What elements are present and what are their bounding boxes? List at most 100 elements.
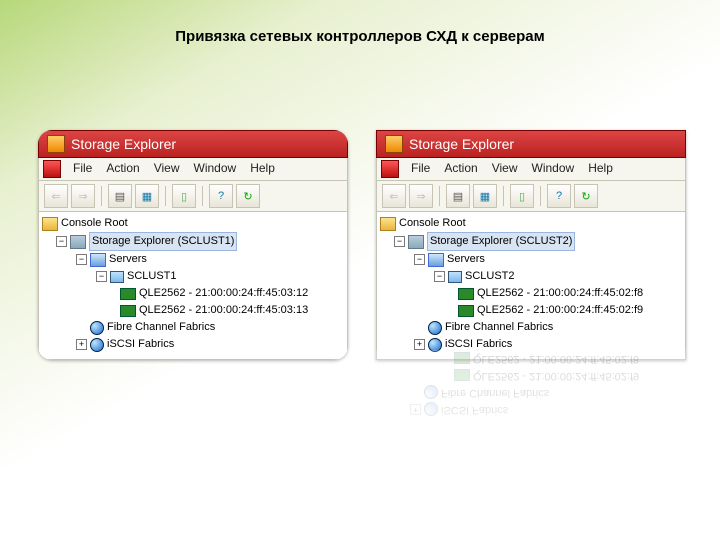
console-root[interactable]: Console Root: [42, 215, 344, 232]
iscsi-fabrics-node[interactable]: + iSCSI Fabrics: [42, 336, 344, 353]
separator: [101, 186, 102, 206]
app-icon: [381, 160, 399, 178]
titlebar[interactable]: Storage Explorer: [38, 130, 348, 158]
label: Console Root: [61, 215, 128, 232]
disk-icon: [408, 235, 424, 249]
forward-button[interactable]: ⇒: [71, 184, 95, 208]
host-node[interactable]: − SCLUST2: [380, 268, 682, 285]
label: Fibre Channel Fabrics: [107, 319, 215, 336]
nic-icon: [458, 305, 474, 317]
globe-icon: [90, 321, 104, 335]
separator: [165, 186, 166, 206]
globe-icon: [90, 338, 104, 352]
storage-explorer-node[interactable]: − Storage Explorer (SCLUST1): [42, 232, 344, 251]
show-hide-button[interactable]: ▤: [446, 184, 470, 208]
menu-view[interactable]: View: [148, 160, 186, 178]
disk-icon: [70, 235, 86, 249]
globe-icon: [428, 321, 442, 335]
label: QLE2562 - 21:00:00:24:ff:45:03:13: [139, 302, 308, 319]
folder-icon: [380, 217, 396, 231]
label: SCLUST1: [127, 268, 177, 285]
hba-node[interactable]: QLE2562 - 21:00:00:24:ff:45:03:13: [42, 302, 344, 319]
nic-icon: [120, 305, 136, 317]
page-title: Привязка сетевых контроллеров СХД к серв…: [0, 0, 720, 45]
expand-icon[interactable]: +: [414, 339, 425, 350]
folder-icon: [42, 217, 58, 231]
label: Console Root: [399, 215, 466, 232]
window-title: Storage Explorer: [71, 136, 176, 152]
collapse-icon[interactable]: −: [394, 236, 405, 247]
help-button[interactable]: ?: [547, 184, 571, 208]
app-icon: [43, 160, 61, 178]
label: Servers: [447, 251, 485, 268]
hba-node[interactable]: QLE2562 - 21:00:00:24:ff:45:03:12: [42, 285, 344, 302]
menu-window[interactable]: Window: [526, 160, 581, 178]
separator: [439, 186, 440, 206]
hba-node[interactable]: QLE2562 - 21:00:00:24:ff:45:02:f8: [380, 285, 682, 302]
menu-file[interactable]: File: [67, 160, 98, 178]
window-icon: [47, 135, 65, 153]
collapse-icon[interactable]: −: [76, 254, 87, 265]
menu-window[interactable]: Window: [188, 160, 243, 178]
host-node[interactable]: − SCLUST1: [42, 268, 344, 285]
menubar: File Action View Window Help: [376, 158, 686, 181]
label: SCLUST2: [465, 268, 515, 285]
menu-help[interactable]: Help: [582, 160, 619, 178]
separator: [503, 186, 504, 206]
fc-fabrics-node[interactable]: Fibre Channel Fabrics: [42, 319, 344, 336]
refresh-button[interactable]: ↻: [236, 184, 260, 208]
fc-fabrics-node[interactable]: Fibre Channel Fabrics: [380, 319, 682, 336]
menubar: File Action View Window Help: [38, 158, 348, 181]
view-button[interactable]: ▦: [473, 184, 497, 208]
window-sclust2: Storage Explorer File Action View Window…: [376, 130, 686, 360]
console-root[interactable]: Console Root: [380, 215, 682, 232]
servers-icon: [428, 253, 444, 267]
collapse-icon[interactable]: −: [96, 271, 107, 282]
nic-icon: [120, 288, 136, 300]
collapse-icon[interactable]: −: [434, 271, 445, 282]
servers-icon: [90, 253, 106, 267]
label: iSCSI Fabrics: [107, 336, 174, 353]
collapse-icon[interactable]: −: [56, 236, 67, 247]
label: Storage Explorer (SCLUST2): [427, 232, 575, 251]
servers-node[interactable]: − Servers: [42, 251, 344, 268]
back-button[interactable]: ⇐: [382, 184, 406, 208]
label: QLE2562 - 21:00:00:24:ff:45:03:12: [139, 285, 308, 302]
separator: [202, 186, 203, 206]
host-icon: [448, 271, 462, 283]
view-button[interactable]: ▦: [135, 184, 159, 208]
hba-node[interactable]: QLE2562 - 21:00:00:24:ff:45:02:f9: [380, 302, 682, 319]
collapse-icon[interactable]: −: [414, 254, 425, 265]
properties-button[interactable]: ▯: [172, 184, 196, 208]
menu-action[interactable]: Action: [438, 160, 483, 178]
window-sclust1: Storage Explorer File Action View Window…: [38, 130, 348, 360]
storage-explorer-node[interactable]: − Storage Explorer (SCLUST2): [380, 232, 682, 251]
label: QLE2562 - 21:00:00:24:ff:45:02:f8: [477, 285, 643, 302]
reflection-fade: [376, 350, 686, 530]
label: QLE2562 - 21:00:00:24:ff:45:02:f9: [477, 302, 643, 319]
menu-view[interactable]: View: [486, 160, 524, 178]
nic-icon: [458, 288, 474, 300]
label: Servers: [109, 251, 147, 268]
refresh-button[interactable]: ↻: [574, 184, 598, 208]
expand-icon[interactable]: +: [76, 339, 87, 350]
tree: Console Root −Storage Explorer (SCLUST1)…: [38, 212, 348, 360]
back-button[interactable]: ⇐: [44, 184, 68, 208]
servers-node[interactable]: − Servers: [380, 251, 682, 268]
titlebar[interactable]: Storage Explorer: [376, 130, 686, 158]
show-hide-button[interactable]: ▤: [108, 184, 132, 208]
toolbar: ⇐ ⇒ ▤ ▦ ▯ ? ↻: [376, 181, 686, 212]
menu-help[interactable]: Help: [244, 160, 281, 178]
tree: Console Root −Storage Explorer (SCLUST2)…: [376, 212, 686, 360]
label: Storage Explorer (SCLUST1): [89, 232, 237, 251]
help-button[interactable]: ?: [209, 184, 233, 208]
menu-file[interactable]: File: [405, 160, 436, 178]
forward-button[interactable]: ⇒: [409, 184, 433, 208]
properties-button[interactable]: ▯: [510, 184, 534, 208]
label: Fibre Channel Fabrics: [445, 319, 553, 336]
toolbar: ⇐ ⇒ ▤ ▦ ▯ ? ↻: [38, 181, 348, 212]
menu-action[interactable]: Action: [100, 160, 145, 178]
window-title: Storage Explorer: [409, 136, 514, 152]
window-icon: [385, 135, 403, 153]
separator: [540, 186, 541, 206]
